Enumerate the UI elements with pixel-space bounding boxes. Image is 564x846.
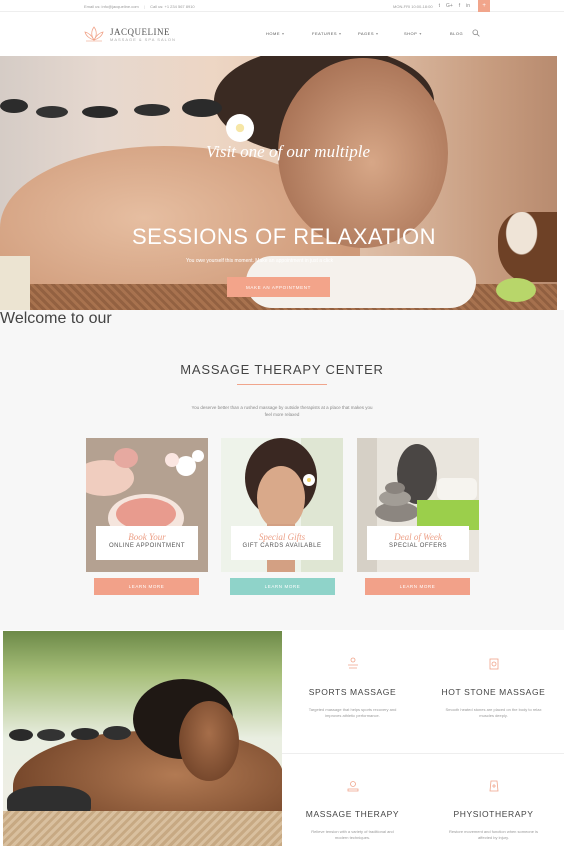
service-hot-stone-massage[interactable]: HOT STONE MASSAGE Smooth heated stones a…: [423, 657, 564, 719]
about-title: MASSAGE THERAPY CENTER: [180, 362, 384, 377]
nav-shop[interactable]: SHOP ▾: [404, 31, 450, 36]
service-text: Targeted massage that helps sports recov…: [308, 707, 397, 718]
learn-more-button[interactable]: LEARN MORE: [230, 578, 335, 595]
site-header: JACQUELINE MASSAGE & SPA SALON HOME ▾ FEA…: [0, 12, 564, 56]
card-panel: Book Your ONLINE APPOINTMENT: [96, 526, 198, 560]
service-title: PHYSIOTHERAPY: [453, 809, 534, 819]
card-panel: Deal of Week SPECIAL OFFERS: [367, 526, 469, 560]
logo-tagline: MASSAGE & SPA SALON: [110, 36, 176, 42]
learn-more-button[interactable]: LEARN MORE: [365, 578, 470, 595]
linkedin-icon[interactable]: in: [466, 3, 470, 9]
top-hours: MON-FRI 10:00-18:00: [393, 3, 433, 9]
hero-candle: [496, 278, 536, 302]
learn-more-button[interactable]: LEARN MORE: [94, 578, 199, 595]
nav-pages[interactable]: PAGES ▾: [358, 31, 404, 36]
physio-icon: [489, 780, 498, 792]
top-right: MON-FRI 10:00-18:00 t G+ f in +: [393, 0, 491, 12]
hero-subtitle: You owe yourself this moment. Make an ap…: [186, 258, 334, 264]
service-text: Smooth heated stones are placed on the b…: [445, 707, 542, 718]
chevron-down-icon: ▾: [376, 31, 379, 36]
divider: [237, 384, 327, 385]
hero-script: Visit one of our multiple: [206, 142, 371, 161]
make-appointment-button[interactable]: MAKE AN APPOINTMENT: [227, 277, 330, 297]
top-phone[interactable]: Call us: +1 234 567 8910: [150, 4, 195, 9]
card-script: Special Gifts: [258, 532, 306, 542]
top-contact: Email us: info@jacqueline.com | Call us:…: [84, 4, 195, 9]
card-script: Deal of Week: [394, 532, 442, 542]
service-physiotherapy[interactable]: PHYSIOTHERAPY Restore movement and funct…: [423, 779, 564, 841]
facebook-icon[interactable]: f: [459, 3, 460, 9]
main-nav: HOME ▾ FEATURES ▾ PAGES ▾ SHOP ▾ BLOG: [266, 31, 496, 36]
card-special-offers[interactable]: Deal of Week SPECIAL OFFERS: [357, 438, 479, 572]
chevron-down-icon: ▾: [419, 31, 422, 36]
nav-features[interactable]: FEATURES ▾: [312, 31, 358, 36]
plus-icon[interactable]: +: [478, 0, 491, 12]
hero-title: SESSIONS OF RELAXATION: [132, 224, 436, 249]
google-plus-icon[interactable]: G+: [446, 3, 453, 9]
service-text: Restore movement and function when someo…: [449, 829, 538, 840]
card-online-appointment[interactable]: Book Your ONLINE APPOINTMENT: [86, 438, 208, 572]
hot-stones-image: [0, 99, 222, 118]
hot-stone-icon: [489, 658, 498, 670]
service-text: Relieve tension with a variety of tradit…: [311, 829, 394, 840]
top-email[interactable]: Email us: info@jacqueline.com: [84, 4, 139, 9]
card-script: Book Your: [128, 532, 166, 542]
logo[interactable]: JACQUELINE MASSAGE & SPA SALON: [82, 25, 176, 43]
photo-face: [179, 701, 239, 781]
chevron-down-icon: ▾: [282, 31, 285, 36]
twitter-icon[interactable]: t: [439, 3, 440, 9]
service-title: HOT STONE MASSAGE: [441, 687, 546, 697]
card-panel: Special Gifts GIFT CARDS AVAILABLE: [231, 526, 333, 560]
hero-banner: Visit one of our multiple SESSIONS OF RE…: [0, 56, 557, 310]
hero-tealight: [0, 256, 30, 310]
about-welcome: Welcome to our: [0, 310, 112, 327]
massage-photo: [3, 631, 282, 846]
photo-mat: [3, 811, 282, 846]
service-title: MASSAGE THERAPY: [305, 809, 400, 819]
service-massage-therapy[interactable]: MASSAGE THERAPY Relieve tension with a v…: [282, 779, 423, 841]
card-label: GIFT CARDS AVAILABLE: [242, 543, 322, 549]
therapy-icon: [347, 781, 358, 792]
nav-home[interactable]: HOME ▾: [266, 31, 312, 36]
flower-icon: [226, 114, 254, 142]
services-grid: SPORTS MASSAGE Targeted massage that hel…: [282, 631, 564, 846]
about-description: You deserve better than a rushed massage…: [191, 405, 373, 417]
card-label: ONLINE APPOINTMENT: [108, 543, 185, 549]
chevron-down-icon: ▾: [339, 31, 342, 36]
top-bar: Email us: info@jacqueline.com | Call us:…: [0, 0, 564, 12]
divider: [282, 753, 564, 754]
hero-bowl: [498, 212, 557, 282]
massage-icon: [347, 657, 358, 669]
stones-image: [9, 726, 131, 741]
search-icon[interactable]: [472, 29, 480, 37]
card-gift-cards[interactable]: Special Gifts GIFT CARDS AVAILABLE: [221, 438, 343, 572]
lotus-logo-icon: [84, 26, 104, 42]
card-label: SPECIAL OFFERS: [388, 543, 448, 549]
logo-name: JACQUELINE: [110, 26, 170, 37]
service-sports-massage[interactable]: SPORTS MASSAGE Targeted massage that hel…: [282, 657, 423, 719]
service-title: SPORTS MASSAGE: [308, 687, 397, 697]
